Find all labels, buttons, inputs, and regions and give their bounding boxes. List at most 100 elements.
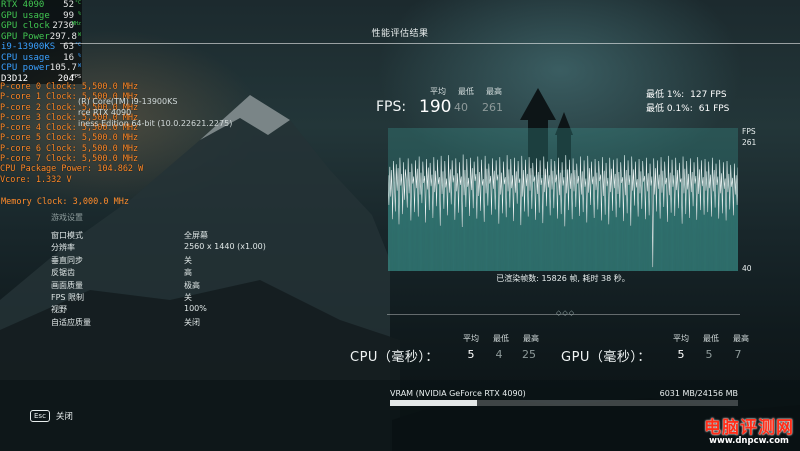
watermark-logo-text: 电脑评测网 bbox=[704, 418, 794, 438]
fps-graph-axis-top: FPS 261 bbox=[742, 126, 756, 148]
fps-graph-sample bbox=[547, 187, 549, 271]
fps-graph-sample bbox=[637, 216, 639, 271]
setting-row: 垂直同步 关 bbox=[51, 255, 311, 267]
fps-graph-sample bbox=[590, 205, 591, 271]
fps-graph-sample bbox=[500, 194, 502, 271]
fps-graph-sample bbox=[696, 219, 698, 271]
fps-graph-sample bbox=[432, 217, 434, 271]
osd-key: CPU usage bbox=[1, 52, 50, 63]
fps-graph-sample bbox=[533, 181, 535, 271]
fps-graph-sample bbox=[573, 191, 575, 271]
fps-graph-sample bbox=[454, 219, 456, 271]
fps-graph-sample bbox=[443, 208, 445, 271]
fps-graph-sample bbox=[414, 212, 416, 271]
fps-graph-sample bbox=[577, 183, 579, 271]
fps-col-max: 最高 bbox=[486, 87, 502, 96]
osd-unit: W bbox=[77, 63, 81, 69]
fps-graph-sample bbox=[690, 192, 692, 271]
fps-graph-sample bbox=[712, 191, 714, 271]
fps-maximum: 261 bbox=[482, 101, 503, 114]
cpu-col-min: 最低 bbox=[493, 334, 509, 343]
fps-graph-sample bbox=[398, 224, 400, 271]
fps-graph-sample bbox=[659, 218, 661, 271]
osd-core-line: P-core 7 Clock: 5,500.0 MHz bbox=[0, 154, 139, 165]
fps-graph-sample bbox=[720, 193, 722, 271]
fps-graph-sample bbox=[487, 205, 489, 271]
fps-graph-sample bbox=[707, 212, 709, 271]
fps-graph-sample bbox=[503, 184, 505, 271]
fps-graph-sample bbox=[546, 206, 547, 271]
fps-graph-sample bbox=[553, 208, 555, 271]
setting-row: 自适应质量 关闭 bbox=[51, 317, 311, 329]
osd-key: GPU usage bbox=[1, 10, 50, 21]
fps-graph-sample bbox=[588, 192, 590, 271]
osd-key: CPU power bbox=[1, 63, 50, 73]
vram-value: 6031 MB/24156 MB bbox=[659, 389, 738, 398]
fps-graph-sample bbox=[428, 210, 430, 271]
fps-graph-sample bbox=[582, 212, 584, 271]
fps-graph-sample bbox=[604, 214, 606, 271]
fps-graph-sample bbox=[714, 207, 716, 271]
osd-core-line: P-core 5 Clock: 5,500.0 MHz bbox=[0, 133, 139, 144]
osd-overlay: RTX 4090 52 °C GPU usage 99% GPU clock 2730 MHz… bbox=[0, 0, 82, 84]
fps-graph-sample bbox=[688, 217, 690, 271]
fps-graph-sample bbox=[417, 216, 419, 271]
fps-graph-sample bbox=[736, 205, 738, 271]
fps-graph-sample bbox=[531, 208, 533, 271]
setting-value: 关闭 bbox=[184, 317, 200, 327]
fps-graph-sample bbox=[652, 267, 654, 271]
fps-graph-sample bbox=[584, 186, 586, 271]
fps-graph-sample bbox=[406, 207, 408, 271]
fps-graph-sample bbox=[676, 190, 678, 271]
setting-row: 画面质量 极高 bbox=[51, 280, 311, 292]
setting-label: 视野 bbox=[51, 305, 67, 315]
fps-graph-sample bbox=[404, 199, 405, 271]
fps-graph-sample bbox=[549, 215, 551, 271]
setting-label: 垂直同步 bbox=[51, 255, 83, 265]
fps-graph bbox=[388, 128, 738, 271]
fps-graph-sample bbox=[727, 192, 729, 271]
fps-graph-sample bbox=[639, 193, 641, 271]
fps-graph-sample bbox=[665, 184, 667, 271]
fps-low-stats: 最低 1%: 127 FPS 最低 0.1%: 61 FPS bbox=[646, 88, 749, 116]
fps-graph-sample bbox=[674, 216, 676, 271]
fps-graph-sample bbox=[645, 219, 646, 271]
fps-graph-sample bbox=[485, 193, 487, 271]
close-label: 关闭 bbox=[55, 412, 73, 422]
fps-graph-sample bbox=[448, 192, 450, 271]
fps-column-headers: 平均 最低 最高 bbox=[424, 86, 508, 97]
setting-value: 关 bbox=[184, 292, 192, 302]
fps-graph-sample bbox=[630, 225, 632, 271]
fps-graph-sample bbox=[571, 219, 573, 271]
fps-graph-sample bbox=[555, 182, 557, 271]
fps-graph-sample bbox=[491, 214, 492, 271]
fps-low01-value: 61 FPS bbox=[698, 104, 730, 114]
fps-graph-sample bbox=[447, 215, 448, 271]
fps-graph-sample bbox=[492, 188, 494, 271]
fps-graph-sample bbox=[450, 204, 452, 271]
system-info-gpu: rce RTX 4090 bbox=[78, 108, 132, 117]
fps-graph-sample bbox=[423, 183, 425, 271]
fps-graph-sample bbox=[390, 196, 392, 271]
fps-graph-sample bbox=[725, 220, 727, 271]
fps-graph-sample bbox=[461, 227, 463, 271]
fps-graph-sample bbox=[599, 181, 601, 271]
fps-graph-sample bbox=[595, 190, 597, 271]
osd-row: RTX 4090 52 °C bbox=[0, 0, 82, 11]
fps-col-avg: 平均 bbox=[430, 87, 446, 96]
fps-graph-sample bbox=[496, 180, 498, 271]
osd-key: i9-13900KS bbox=[1, 42, 56, 52]
fps-graph-sample bbox=[613, 188, 615, 271]
fps-graph-sample bbox=[661, 192, 663, 271]
fps-graph-sample bbox=[518, 183, 520, 271]
fps-label: FPS: bbox=[376, 99, 407, 115]
fps-graph-sample bbox=[522, 196, 524, 271]
setting-value: 100% bbox=[184, 304, 207, 314]
close-button[interactable]: Esc 关闭 bbox=[30, 410, 73, 422]
fps-graph-sample bbox=[687, 189, 689, 271]
fps-graph-sample bbox=[668, 195, 670, 271]
fps-graph-sample bbox=[602, 195, 604, 271]
fps-graph-sample bbox=[425, 222, 427, 271]
fps-graph-sample bbox=[535, 219, 536, 271]
fps-graph-sample bbox=[683, 193, 685, 271]
